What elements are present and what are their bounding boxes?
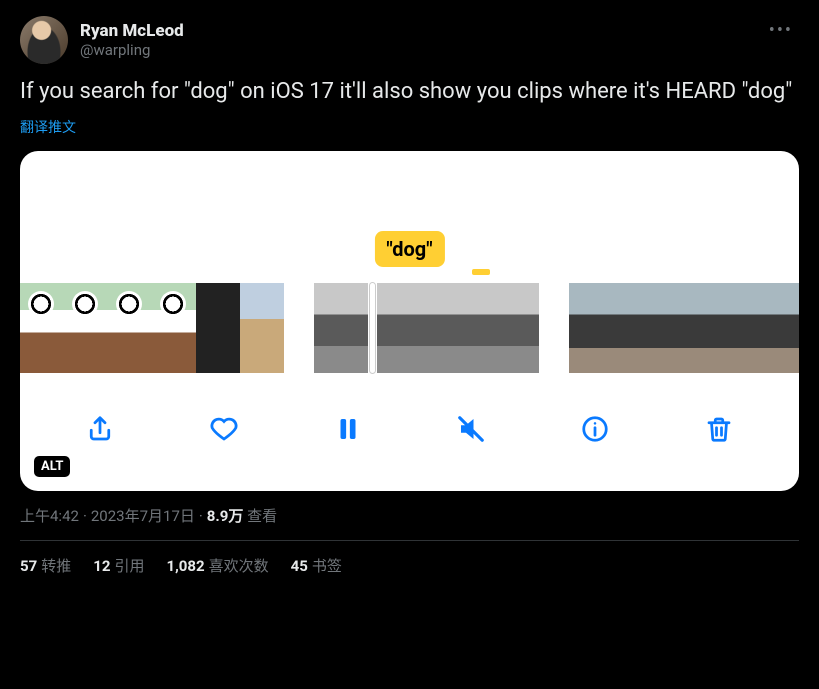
- likes-stat[interactable]: 1,082喜欢次数: [166, 555, 268, 576]
- clip-group-2[interactable]: [314, 283, 539, 373]
- tweet-header: Ryan McLeod @warpling •••: [20, 16, 799, 64]
- clip-thumbnail: [689, 283, 729, 373]
- clip-thumbnail: [196, 283, 240, 373]
- media-card[interactable]: "dog": [20, 151, 799, 491]
- bookmarks-stat[interactable]: 45书签: [291, 555, 342, 576]
- tweet-date[interactable]: 2023年7月17日: [91, 507, 195, 525]
- heart-icon[interactable]: [207, 412, 241, 446]
- more-options-icon[interactable]: •••: [763, 16, 799, 45]
- info-icon[interactable]: [578, 412, 612, 446]
- clip-thumbnail: [609, 283, 649, 373]
- engagement-stats: 57转推 12引用 1,082喜欢次数 45书签: [20, 555, 799, 576]
- clip-thumbnail: [20, 283, 64, 373]
- author-display-name[interactable]: Ryan McLeod: [80, 21, 184, 41]
- pause-icon[interactable]: [331, 412, 365, 446]
- dog-tag-bubble: "dog": [374, 231, 444, 267]
- clip-thumbnail: [769, 283, 799, 373]
- clip-group-1[interactable]: [20, 283, 284, 373]
- clip-thumbnail: [485, 283, 539, 373]
- tweet-time[interactable]: 上午4:42: [20, 507, 79, 525]
- quotes-stat[interactable]: 12引用: [93, 555, 144, 576]
- alt-badge[interactable]: ALT: [34, 456, 70, 477]
- clip-thumbnail: [569, 283, 609, 373]
- author-handle[interactable]: @warpling: [80, 41, 184, 59]
- views-label: 查看: [247, 507, 277, 525]
- author-names: Ryan McLeod @warpling: [80, 16, 184, 64]
- clip-thumbnail: [64, 283, 108, 373]
- clip-thumbnail: [314, 283, 368, 373]
- playhead-indicator[interactable]: [370, 283, 375, 373]
- retweets-stat[interactable]: 57转推: [20, 555, 71, 576]
- author-block[interactable]: Ryan McLeod @warpling: [20, 16, 184, 64]
- translate-link[interactable]: 翻译推文: [20, 117, 76, 137]
- divider: [20, 540, 799, 541]
- clip-group-3[interactable]: [569, 283, 799, 373]
- tweet-container: Ryan McLeod @warpling ••• If you search …: [0, 0, 819, 588]
- video-clips-row: [20, 283, 799, 373]
- clip-thumbnail: [649, 283, 689, 373]
- clip-thumbnail: [729, 283, 769, 373]
- tweet-text: If you search for "dog" on iOS 17 it'll …: [20, 78, 799, 107]
- tag-pointer: [472, 269, 490, 275]
- clip-thumbnail: [377, 283, 431, 373]
- avatar[interactable]: [20, 16, 68, 64]
- clip-thumbnail: [240, 283, 284, 373]
- clip-thumbnail: [108, 283, 152, 373]
- share-icon[interactable]: [83, 412, 117, 446]
- tweet-meta: 上午4:42·2023年7月17日·8.9万 查看: [20, 505, 799, 526]
- media-toolbar: [20, 401, 799, 457]
- clip-thumbnail: [431, 283, 485, 373]
- mute-icon[interactable]: [454, 412, 488, 446]
- trash-icon[interactable]: [702, 412, 736, 446]
- views-count: 8.9万: [207, 507, 244, 525]
- clip-thumbnail: [152, 283, 196, 373]
